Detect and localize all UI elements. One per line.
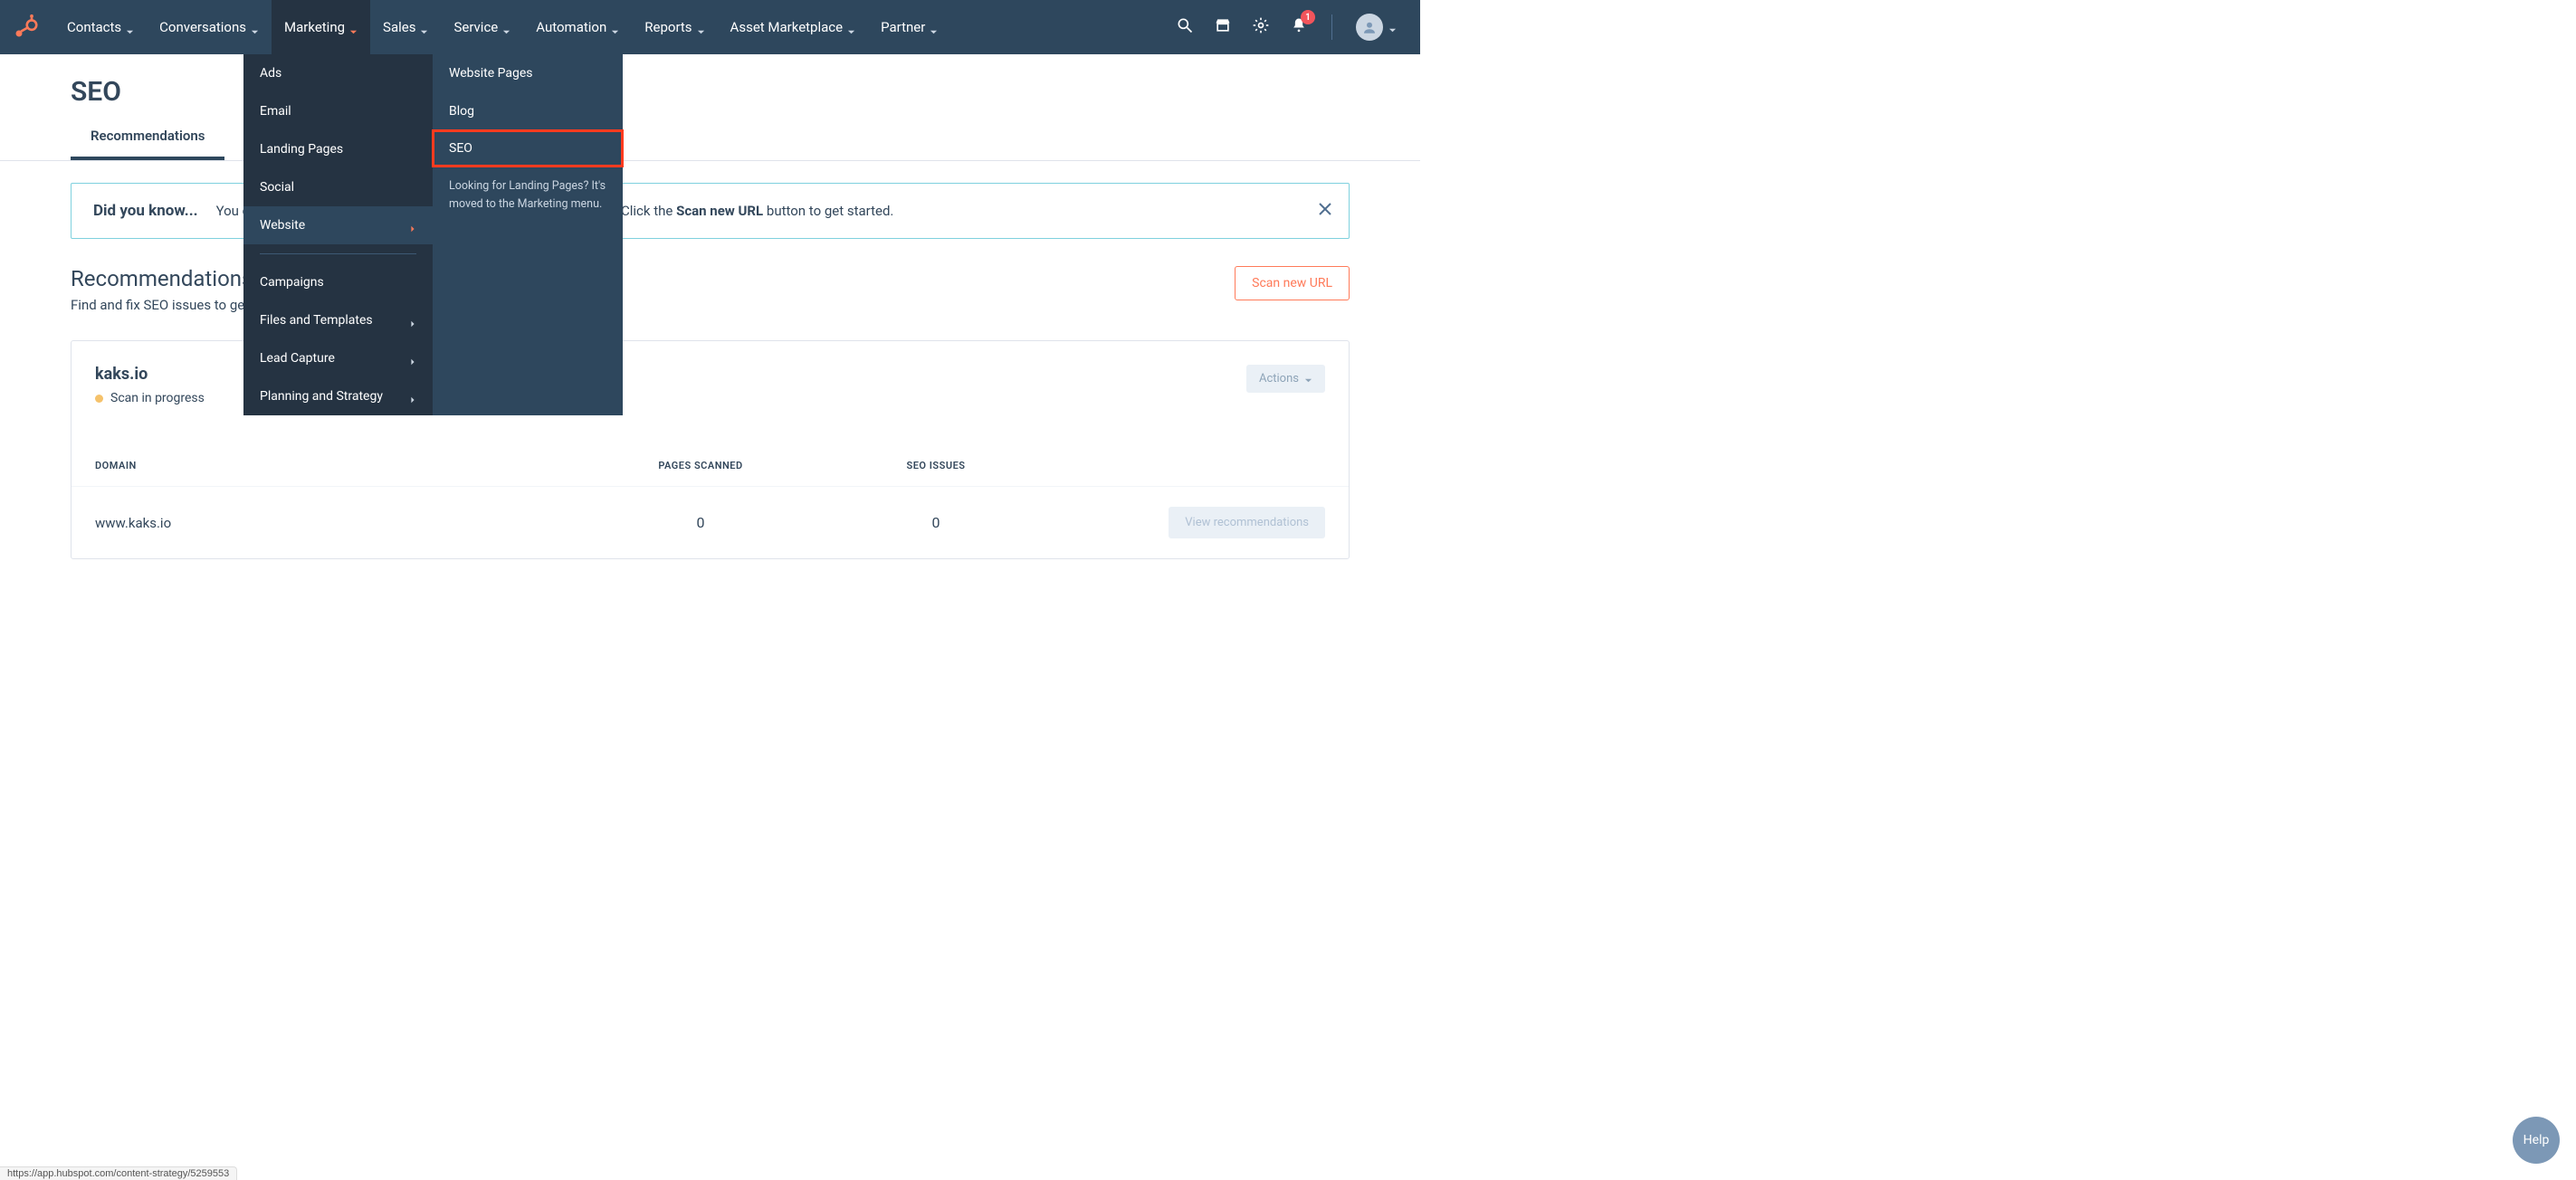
search-icon[interactable] <box>1176 16 1194 38</box>
nav-reports[interactable]: Reports <box>632 0 717 54</box>
page-body: SEO Recommendations Topics Did you know.… <box>0 54 1420 559</box>
close-icon[interactable] <box>1318 202 1332 220</box>
avatar <box>1356 14 1383 41</box>
help-button[interactable]: Help <box>2513 1117 2560 1164</box>
scan-new-url-button[interactable]: Scan new URL <box>1235 266 1350 300</box>
chevron-down-icon <box>930 24 938 32</box>
chevron-down-icon <box>697 24 705 32</box>
bell-icon[interactable]: 1 <box>1290 16 1308 38</box>
dd-planning-strategy[interactable]: Planning and Strategy <box>243 377 433 415</box>
chevron-down-icon <box>420 24 428 32</box>
dd-social[interactable]: Social <box>243 168 433 206</box>
dd-note: Looking for Landing Pages? It's moved to… <box>433 167 623 230</box>
alert-lead: Did you know... <box>93 202 198 220</box>
chevron-down-icon <box>1388 24 1397 32</box>
actions-button[interactable]: Actions <box>1246 365 1325 393</box>
divider <box>260 253 416 254</box>
chevron-right-icon <box>409 222 416 229</box>
nav-sales[interactable]: Sales <box>370 0 441 54</box>
chevron-down-icon <box>349 24 358 32</box>
notification-badge: 1 <box>1301 10 1315 24</box>
chevron-down-icon <box>502 24 510 32</box>
dd-website-pages[interactable]: Website Pages <box>433 54 623 92</box>
dd-lead-capture[interactable]: Lead Capture <box>243 339 433 377</box>
nav-partner[interactable]: Partner <box>868 0 950 54</box>
nav-label: Service <box>453 19 498 35</box>
hubspot-logo[interactable] <box>13 14 38 40</box>
dd-seo[interactable]: SEO <box>433 130 623 167</box>
table-row: www.kaks.io 0 0 View recommendations <box>72 486 1349 558</box>
divider <box>1331 14 1332 40</box>
dd-landing-pages[interactable]: Landing Pages <box>243 130 433 168</box>
nav-marketing[interactable]: Marketing <box>272 0 370 54</box>
nav-label: Partner <box>881 19 925 35</box>
cell-issues: 0 <box>818 514 1054 531</box>
account-menu[interactable] <box>1356 14 1397 41</box>
chevron-down-icon <box>1304 375 1312 383</box>
domain-table: DOMAIN PAGES SCANNED SEO ISSUES www.kaks… <box>72 460 1349 558</box>
col-domain: DOMAIN <box>95 460 583 471</box>
chevron-down-icon <box>611 24 619 32</box>
nav-utility: 1 <box>1176 14 1407 41</box>
top-nav: Contacts Conversations Marketing Sales S… <box>0 0 1420 54</box>
dropdown-col-2: Website Pages Blog SEO Looking for Landi… <box>433 54 623 415</box>
dd-email[interactable]: Email <box>243 92 433 130</box>
chevron-right-icon <box>409 317 416 324</box>
domain-title: kaks.io <box>95 365 205 384</box>
nav-conversations[interactable]: Conversations <box>147 0 272 54</box>
cell-pages: 0 <box>583 514 818 531</box>
gear-icon[interactable] <box>1252 16 1270 38</box>
chevron-down-icon <box>847 24 855 32</box>
col-pages: PAGES SCANNED <box>583 460 818 471</box>
nav-label: Reports <box>644 19 692 35</box>
nav-automation[interactable]: Automation <box>523 0 632 54</box>
nav-contacts[interactable]: Contacts <box>54 0 147 54</box>
nav-label: Asset Marketplace <box>730 19 844 35</box>
marketplace-icon[interactable] <box>1214 16 1232 38</box>
chevron-down-icon <box>126 24 134 32</box>
chevron-right-icon <box>409 393 416 400</box>
nav-items: Contacts Conversations Marketing Sales S… <box>54 0 950 54</box>
chevron-down-icon <box>251 24 259 32</box>
dd-website[interactable]: Website <box>243 206 433 244</box>
nav-label: Conversations <box>159 19 246 35</box>
cell-domain: www.kaks.io <box>95 515 583 531</box>
marketing-dropdown: Ads Email Landing Pages Social Website C… <box>243 54 623 415</box>
tab-recommendations[interactable]: Recommendations <box>71 128 224 160</box>
nav-label: Sales <box>383 19 415 35</box>
nav-label: Marketing <box>284 19 345 35</box>
nav-service[interactable]: Service <box>441 0 523 54</box>
chevron-right-icon <box>409 355 416 362</box>
dd-ads[interactable]: Ads <box>243 54 433 92</box>
browser-status-url: https://app.hubspot.com/content-strategy… <box>0 1166 237 1180</box>
dd-files-templates[interactable]: Files and Templates <box>243 301 433 339</box>
col-actions <box>1054 460 1325 471</box>
nav-label: Automation <box>536 19 606 35</box>
dd-campaigns[interactable]: Campaigns <box>243 263 433 301</box>
table-header: DOMAIN PAGES SCANNED SEO ISSUES <box>72 460 1349 486</box>
tabs: Recommendations Topics <box>0 128 1420 161</box>
nav-asset-marketplace[interactable]: Asset Marketplace <box>718 0 869 54</box>
scan-status: Scan in progress <box>95 391 205 405</box>
dropdown-col-1: Ads Email Landing Pages Social Website C… <box>243 54 433 415</box>
view-recommendations-button[interactable]: View recommendations <box>1169 507 1325 538</box>
status-dot-icon <box>95 395 103 403</box>
nav-label: Contacts <box>67 19 121 35</box>
col-issues: SEO ISSUES <box>818 460 1054 471</box>
dd-blog[interactable]: Blog <box>433 92 623 130</box>
